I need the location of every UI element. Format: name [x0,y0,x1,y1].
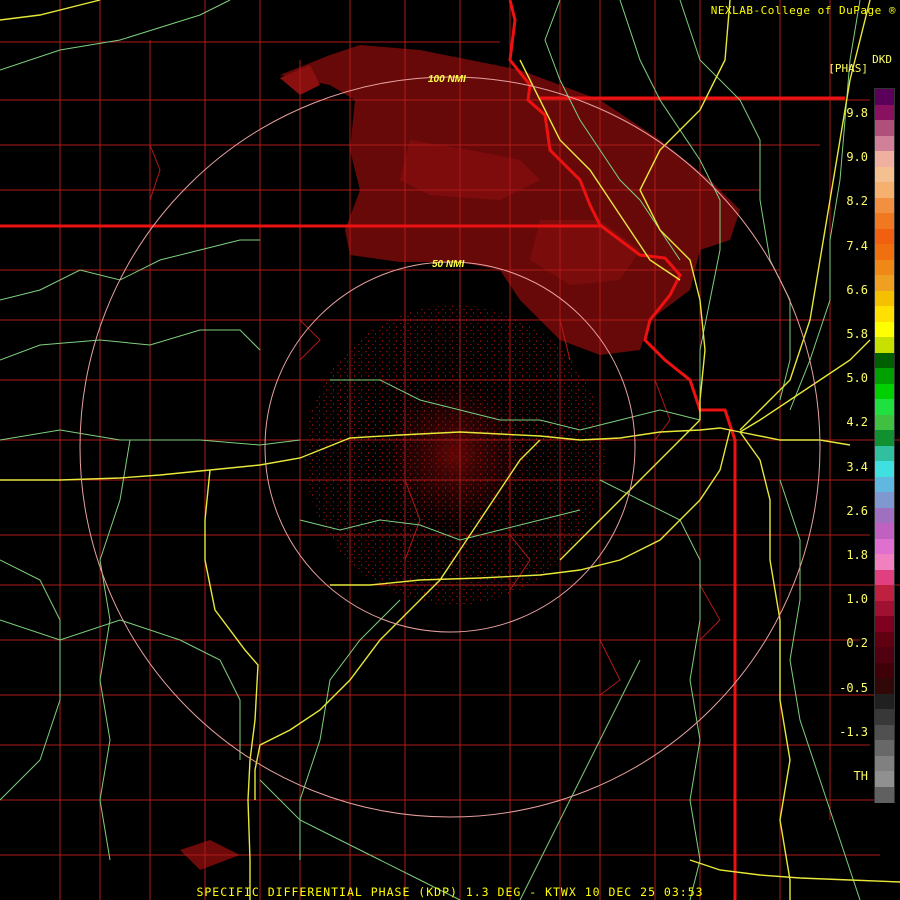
credit-logo-icon: ® [888,4,896,17]
legend-swatch [875,647,894,663]
legend-swatch [875,740,894,756]
legend-swatch [875,383,894,400]
legend-swatch [875,244,894,260]
legend-label: 2.6 [846,503,868,518]
legend-swatch [875,585,894,601]
legend-label: 6.6 [846,282,868,297]
legend-swatch [875,461,894,477]
legend-label: -1.3 [839,724,868,739]
legend-swatch [875,631,894,648]
radar-map: 100 NMI 50 NMI [0,0,900,900]
legend-swatch [875,569,894,586]
legend-swatch [875,135,894,152]
legend-label: 0.2 [846,636,868,651]
legend-swatch [875,275,894,291]
legend-label: 8.2 [846,194,868,209]
legend-swatch [875,476,894,493]
legend-swatch [875,786,894,803]
legend-label: 1.0 [846,592,868,607]
legend-swatch [875,290,894,307]
legend-label: 9.0 [846,150,868,165]
legend-swatch [875,693,894,710]
legend-label: 5.8 [846,327,868,341]
legend-swatch [875,678,894,694]
legend-swatch [875,445,894,462]
legend-label: 3.4 [846,459,868,474]
color-legend-labels: 9.8 9.0 8.2 7.4 6.6 5.8 5.0 4.2 3.4 2.6 1.8 1.0 0.2 -… [800,0,870,900]
legend-swatch [875,507,894,524]
color-legend-bar [874,88,895,803]
legend-label: 4.2 [846,415,868,430]
range-ring-label-50: 50 NMI [432,259,464,270]
legend-swatch [875,538,894,555]
legend-label: TH [853,769,868,783]
radar-display: 100 NMI 50 NMI NEXLAB-College of DuPage … [0,0,900,900]
legend-product-code: DKD [872,53,892,66]
legend-swatch [875,662,894,679]
legend-swatch [875,228,894,245]
legend-swatch [875,616,894,632]
legend-swatch [875,709,894,725]
legend-label: 5.0 [846,371,868,386]
legend-label: 1.8 [846,548,868,562]
legend-swatch [875,554,894,570]
legend-swatch [875,399,894,415]
legend-swatch [875,166,894,183]
legend-swatch [875,523,894,539]
product-caption: SPECIFIC DIFFERENTIAL PHASE (KDP) 1.3 DE… [196,885,704,899]
legend-swatch [875,197,894,214]
legend-label: 7.4 [846,238,868,253]
legend-swatch [875,104,894,121]
legend-label: 9.8 [846,106,868,120]
legend-swatch [875,321,894,338]
legend-swatch [875,213,894,229]
legend-swatch [875,337,894,353]
legend-swatch [875,120,894,136]
legend-swatch [875,492,894,508]
legend-swatch [875,259,894,276]
legend-swatch [875,430,894,446]
legend-swatch [875,368,894,384]
legend-swatch [875,182,894,198]
legend-swatch [875,600,894,617]
legend-swatch [875,724,894,741]
legend-swatch [875,89,894,105]
legend-swatch [875,414,894,431]
legend-swatch [875,306,894,322]
range-ring-label-100: 100 NMI [428,74,466,85]
legend-swatch [875,771,894,787]
legend-label: -0.5 [839,680,868,695]
legend-swatch [875,755,894,772]
legend-swatch [875,151,894,167]
legend-swatch [875,352,894,369]
